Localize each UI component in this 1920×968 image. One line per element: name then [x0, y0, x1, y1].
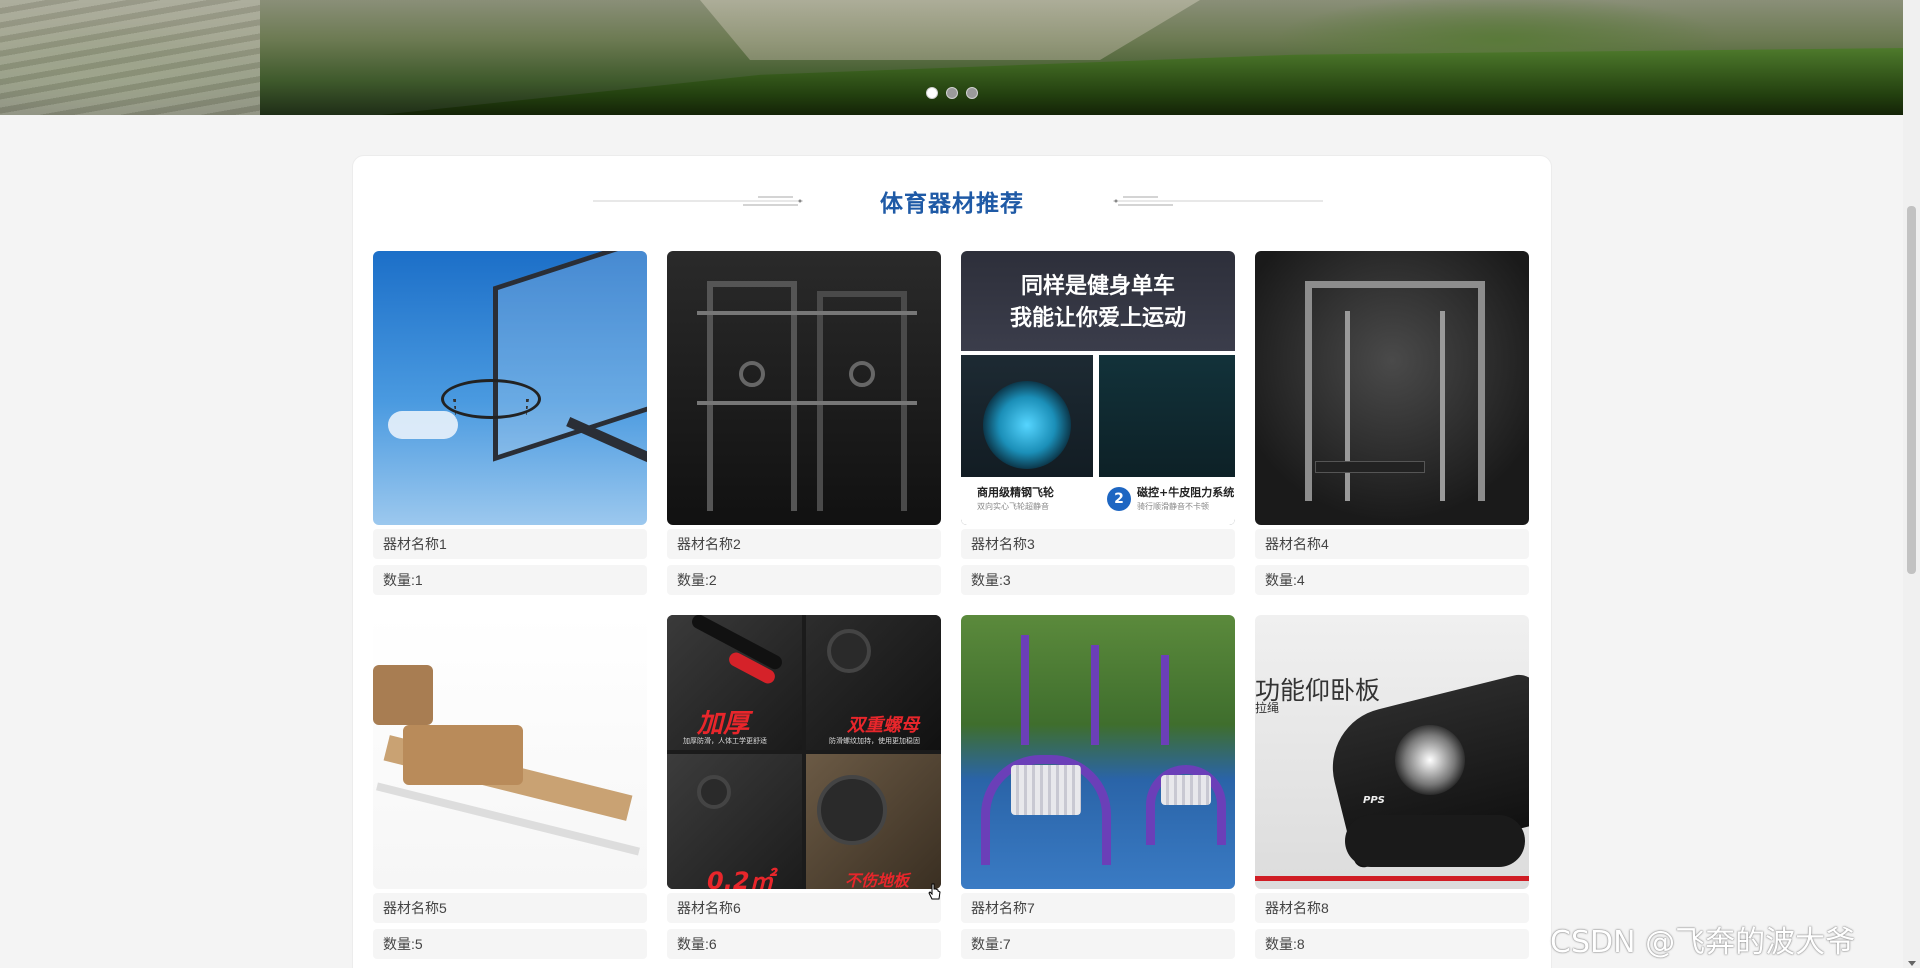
bench-shape [1315, 461, 1425, 473]
ad-feature-2-sub: 骑行顺滑静音不卡顿 [1137, 502, 1209, 511]
pole-shape [1021, 635, 1029, 745]
flywheel-shape [983, 381, 1071, 469]
equipment-image-pilates-reformer[interactable] [373, 615, 647, 889]
ad-feature-1: 商用级精钢飞轮 [977, 486, 1054, 499]
equipment-image-dumbbell-set[interactable]: 加厚 加厚防滑，人体工学更舒适 双重螺母 防滑螺纹加持，使用更加稳固 0.2㎡ … [667, 615, 941, 889]
ad-feature-2: 磁控+牛皮阻力系统 [1137, 486, 1235, 499]
equipment-name: 器材名称8 [1255, 893, 1529, 923]
ad-q1-sub: 加厚防滑，人体工学更舒适 [683, 737, 767, 745]
cushion-shape [1345, 815, 1525, 867]
equipment-image-sit-up-bench[interactable]: 功能仰卧板 拉绳 PPS [1255, 615, 1529, 889]
ad-q2-sub: 防滑螺纹加持，使用更加稳固 [829, 737, 920, 745]
rack-frame-shape [707, 281, 797, 511]
equipment-name: 器材名称4 [1255, 529, 1529, 559]
carousel-dot-1[interactable] [926, 87, 938, 99]
pole-shape [1091, 645, 1099, 745]
equipment-card[interactable]: 器材名称7 数量:7 [961, 615, 1235, 959]
equipment-card[interactable]: 器材名称5 数量:5 [373, 615, 647, 959]
kettlebell-shape [697, 775, 731, 809]
equipment-name: 器材名称7 [961, 893, 1235, 923]
equipment-quantity: 数量:8 [1255, 929, 1529, 959]
red-stripe [1255, 876, 1529, 881]
equipment-quantity: 数量:7 [961, 929, 1235, 959]
plate-shape [827, 629, 871, 673]
equipment-name: 器材名称1 [373, 529, 647, 559]
box-shape [403, 725, 523, 785]
equipment-quantity: 数量:6 [667, 929, 941, 959]
seat-shape [1161, 775, 1211, 805]
plate-shape [739, 361, 765, 387]
seat-shape [1011, 765, 1081, 815]
equipment-card[interactable]: 加厚 加厚防滑，人体工学更舒适 双重螺母 防滑螺纹加持，使用更加稳固 0.2㎡ … [667, 615, 941, 959]
rim-shape [441, 379, 541, 419]
ad-feature-1-sub: 双向实心飞轮超静音 [977, 502, 1049, 511]
ad-feature-2-number: 2 [1107, 487, 1131, 511]
hero-banner [0, 0, 1903, 115]
cloud-shape [388, 411, 458, 439]
page-scrollbar[interactable] [1903, 0, 1920, 968]
hand-cursor-icon [928, 883, 941, 900]
equipment-name: 器材名称6 [667, 893, 941, 923]
title-decoration-right [1113, 196, 1323, 206]
brand-logo: PPS [1363, 795, 1385, 806]
pole-shape [1161, 655, 1169, 745]
equipment-recommendation-panel: 体育器材推荐 器材名称1 数量:1 器材名称2 数量:2 同样是健身单车 我能让… [352, 155, 1552, 968]
equipment-image-basketball-hoop[interactable] [373, 251, 647, 525]
ad-q2-text: 双重螺母 [847, 715, 919, 736]
pole-shape [566, 417, 647, 475]
equipment-card[interactable]: 器材名称2 数量:2 [667, 251, 941, 595]
ad-q1-text: 加厚 [697, 709, 750, 739]
ad-headline-line-1: 同样是健身单车 [1020, 274, 1175, 299]
equipment-name: 器材名称5 [373, 893, 647, 923]
watermark: CSDN @飞奔的波大爷 [1550, 925, 1856, 960]
scrollbar-thumb[interactable] [1907, 206, 1916, 574]
carousel-dots [926, 87, 978, 99]
equipment-quantity: 数量:4 [1255, 565, 1529, 595]
equipment-quantity: 数量:2 [667, 565, 941, 595]
equipment-quantity: 数量:3 [961, 565, 1235, 595]
equipment-image-smith-machine[interactable] [1255, 251, 1529, 525]
plate-shape [817, 775, 887, 845]
equipment-name: 器材名称3 [961, 529, 1235, 559]
equipment-card[interactable]: 器材名称4 数量:4 [1255, 251, 1529, 595]
equipment-image-multi-gym[interactable] [667, 251, 941, 525]
rack-bar-shape [697, 311, 917, 315]
glow-shape [1395, 725, 1465, 795]
ad-subtitle: 拉绳 [1255, 701, 1280, 715]
banner-stairs [0, 0, 260, 115]
equipment-image-spin-bike[interactable]: 同样是健身单车 我能让你爱上运动 商用级精钢飞轮 双向实心飞轮超静音 2 磁控+… [961, 251, 1235, 525]
equipment-name: 器材名称2 [667, 529, 941, 559]
equipment-card[interactable]: 同样是健身单车 我能让你爱上运动 商用级精钢飞轮 双向实心飞轮超静音 2 磁控+… [961, 251, 1235, 595]
equipment-card[interactable]: 功能仰卧板 拉绳 PPS 器材名称8 数量:8 [1255, 615, 1529, 959]
equipment-quantity: 数量:5 [373, 929, 647, 959]
plate-shape [849, 361, 875, 387]
ad-headline-line-2: 我能让你爱上运动 [1009, 306, 1186, 331]
carousel-dot-3[interactable] [966, 87, 978, 99]
equipment-image-outdoor-fitness[interactable] [961, 615, 1235, 889]
equipment-quantity: 数量:1 [373, 565, 647, 595]
ad-q4-text: 不伤地板 [845, 871, 910, 889]
rack-bar-shape [697, 401, 917, 405]
backrest-shape [373, 665, 433, 725]
section-title: 体育器材推荐 [880, 191, 1024, 217]
banner-lawn [380, 48, 1903, 115]
scroll-down-arrow-icon[interactable] [1908, 961, 1916, 966]
ad-q3-text: 0.2㎡ [707, 867, 774, 889]
equipment-card[interactable]: 器材名称1 数量:1 [373, 251, 647, 595]
carousel-dot-2[interactable] [946, 87, 958, 99]
banner-path [700, 0, 1200, 60]
equipment-grid: 器材名称1 数量:1 器材名称2 数量:2 同样是健身单车 我能让你爱上运动 商… [373, 251, 1529, 959]
ad-headline: 同样是健身单车 我能让你爱上运动 [961, 271, 1235, 335]
